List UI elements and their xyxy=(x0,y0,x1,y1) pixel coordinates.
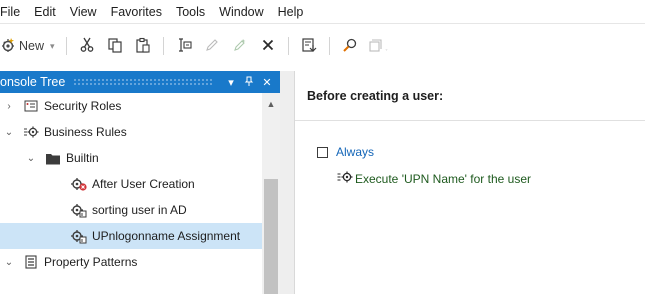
toolbar-separator xyxy=(287,37,289,55)
delete-button[interactable] xyxy=(257,33,279,59)
menu-window[interactable]: Window xyxy=(212,0,270,24)
tree-item-label: Property Patterns xyxy=(44,255,138,269)
toolbar: New ▾ ˯ xyxy=(0,24,645,68)
folder-icon xyxy=(44,150,62,166)
condition-checkbox[interactable] xyxy=(317,146,328,158)
tree-item-label: Security Roles xyxy=(44,99,122,113)
tree-item-label: Builtin xyxy=(66,151,99,165)
console-tree-title: onsole Tree xyxy=(0,75,66,89)
new-icon xyxy=(0,37,16,56)
security-roles-icon xyxy=(22,98,40,114)
rule-icon xyxy=(70,202,88,218)
window-button[interactable]: ˯ xyxy=(367,33,389,59)
edit-icon xyxy=(204,37,220,56)
chevron-down-icon[interactable]: ⌄ xyxy=(2,257,16,268)
chevron-down-icon[interactable]: ▾ xyxy=(50,41,55,52)
new-button[interactable]: New ▾ xyxy=(0,33,57,59)
property-patterns-icon xyxy=(22,254,40,270)
paste-button[interactable] xyxy=(132,33,154,59)
action-text: Execute 'UPN Name' for the user xyxy=(355,171,531,186)
rule-disabled-icon xyxy=(70,176,88,192)
tree-item-builtin[interactable]: ⌄ Builtin xyxy=(0,145,262,171)
action-row[interactable]: Execute 'UPN Name' for the user xyxy=(337,170,531,187)
properties-icon xyxy=(232,37,248,56)
drag-grip[interactable] xyxy=(73,78,214,86)
menu-view[interactable]: View xyxy=(63,0,104,24)
toolbar-separator xyxy=(328,37,330,55)
menu-edit[interactable]: Edit xyxy=(27,0,63,24)
window-icon xyxy=(367,37,383,56)
delete-icon xyxy=(260,37,276,56)
scrollbar-thumb[interactable] xyxy=(264,179,278,294)
copy-button[interactable] xyxy=(104,33,126,59)
rename-icon xyxy=(176,37,192,56)
tree-item-label: After User Creation xyxy=(92,177,195,191)
tree-scrollbar[interactable]: ▲ xyxy=(262,93,280,294)
menu-favorites[interactable]: Favorites xyxy=(104,0,169,24)
tree-item-sorting-user-in-ad[interactable]: sorting user in AD xyxy=(0,197,262,223)
rule-detail-pane: Before creating a user: Always Execute '… xyxy=(294,71,645,294)
menu-file[interactable]: File xyxy=(0,0,27,24)
rule-icon xyxy=(70,228,88,244)
pane-splitter[interactable] xyxy=(280,71,294,294)
menu-help[interactable]: Help xyxy=(271,0,311,24)
close-icon[interactable]: ✕ xyxy=(258,76,276,89)
export-button[interactable] xyxy=(298,33,320,59)
properties-button[interactable] xyxy=(229,33,251,59)
tree-item-business-rules[interactable]: ⌄ Business Rules xyxy=(0,119,262,145)
scroll-up-arrow-icon[interactable]: ▲ xyxy=(262,99,280,109)
action-gear-icon xyxy=(337,170,353,187)
toolbar-separator xyxy=(162,37,164,55)
paste-icon xyxy=(135,37,151,56)
chevron-right-icon[interactable]: › xyxy=(2,101,16,112)
new-label: New xyxy=(19,39,45,53)
tree-item-label: sorting user in AD xyxy=(92,203,187,217)
export-icon xyxy=(301,37,317,56)
tree-item-label: UPnlogonname Assignment xyxy=(92,229,241,243)
menu-bar: File Edit View Favorites Tools Window He… xyxy=(0,0,645,24)
console-tree-pane: onsole Tree ▾ ✕ › Security Roles ⌄ Busin… xyxy=(0,71,280,294)
edit-button[interactable] xyxy=(201,33,223,59)
tree-item-upnlogonname-assignment[interactable]: UPnlogonname Assignment xyxy=(0,223,262,249)
tree-item-property-patterns[interactable]: ⌄ Property Patterns xyxy=(0,249,262,275)
pin-icon[interactable] xyxy=(240,76,258,89)
rule-trigger-title: Before creating a user: xyxy=(307,88,444,103)
tree-item-label: Business Rules xyxy=(44,125,127,139)
condition-row: Always xyxy=(317,145,374,159)
rule-detail-header: Before creating a user: xyxy=(295,71,645,121)
tree-item-security-roles[interactable]: › Security Roles xyxy=(0,93,262,119)
toolbar-separator xyxy=(65,37,67,55)
search-icon xyxy=(342,37,358,56)
chevron-down-icon[interactable]: ˯ xyxy=(385,41,388,51)
menu-tools[interactable]: Tools xyxy=(169,0,212,24)
chevron-down-icon[interactable]: ⌄ xyxy=(24,153,38,164)
tree-item-after-user-creation[interactable]: After User Creation xyxy=(0,171,262,197)
search-button[interactable] xyxy=(339,33,361,59)
console-tree-header: onsole Tree ▾ ✕ xyxy=(0,71,280,93)
copy-icon xyxy=(107,37,123,56)
console-tree: › Security Roles ⌄ Business Rules ⌄ Buil… xyxy=(0,93,262,294)
pane-menu-chevron-icon[interactable]: ▾ xyxy=(222,76,240,89)
business-rules-icon xyxy=(22,124,40,140)
cut-button[interactable] xyxy=(76,33,98,59)
cut-icon xyxy=(79,37,95,56)
rename-button[interactable] xyxy=(173,33,195,59)
chevron-down-icon[interactable]: ⌄ xyxy=(2,127,16,138)
condition-link[interactable]: Always xyxy=(336,145,374,159)
